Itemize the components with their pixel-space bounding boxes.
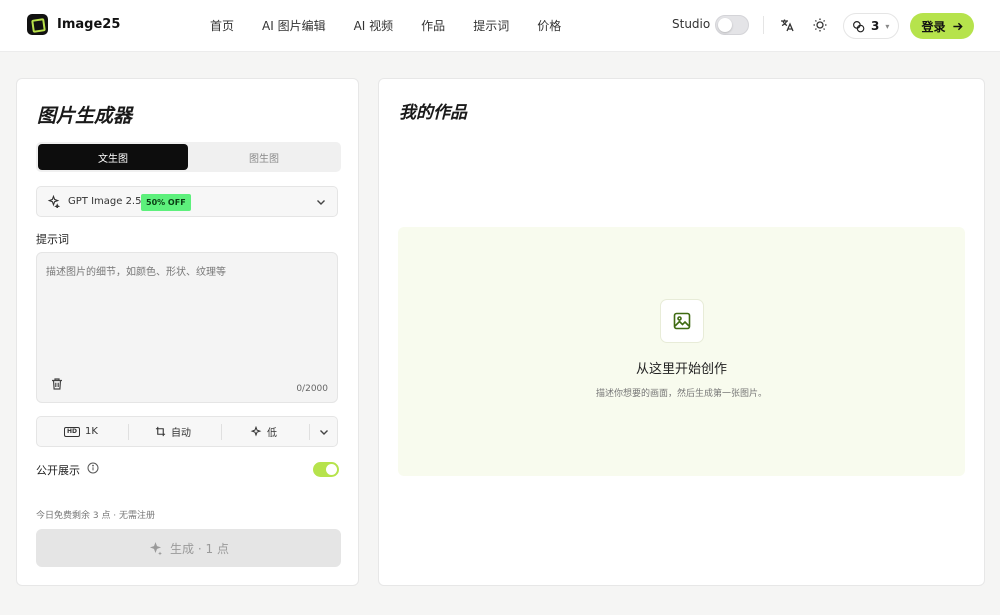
generate-label: 生成 · 1 点 bbox=[170, 541, 229, 556]
translate-icon[interactable] bbox=[779, 17, 795, 33]
nav-ai-video[interactable]: AI 视频 bbox=[354, 17, 394, 34]
prompt-input[interactable] bbox=[46, 263, 326, 363]
login-label: 登录 bbox=[921, 19, 946, 34]
header-divider bbox=[763, 16, 764, 34]
image-generator-panel: 图片生成器 文生图 图生图 GPT Image 2.5 50% OFF 提示词 … bbox=[16, 78, 359, 586]
tab-text-to-image[interactable]: 文生图 bbox=[38, 144, 188, 170]
brand-name: Image25 bbox=[57, 17, 121, 32]
studio-toggle[interactable] bbox=[715, 15, 749, 35]
sun-icon[interactable] bbox=[812, 17, 828, 33]
public-display-label: 公开展示 bbox=[36, 464, 80, 477]
options-bar: HD 1K 自动 低 bbox=[36, 416, 338, 447]
sparkle-icon bbox=[149, 541, 162, 555]
prompt-box: 0/2000 bbox=[36, 252, 338, 403]
resolution-value: 1K bbox=[85, 426, 98, 437]
chevron-down-icon bbox=[317, 200, 325, 205]
aspect-ratio-option[interactable]: 自动 bbox=[155, 417, 191, 446]
info-icon[interactable] bbox=[87, 462, 99, 474]
image-icon bbox=[673, 312, 691, 330]
resolution-option[interactable]: HD 1K bbox=[64, 417, 98, 446]
empty-state-title: 从这里开始创作 bbox=[635, 362, 727, 377]
nav-works[interactable]: 作品 bbox=[421, 17, 445, 34]
nav-home[interactable]: 首页 bbox=[210, 17, 234, 34]
nav-ai-image-edit[interactable]: AI 图片编辑 bbox=[262, 17, 326, 34]
discount-badge: 50% OFF bbox=[141, 194, 191, 211]
my-works-panel: 我的作品 从这里开始创作 描述你想要的画面，然后生成第一张图片。 bbox=[378, 78, 985, 586]
crop-icon bbox=[155, 426, 166, 437]
aspect-ratio-value: 自动 bbox=[171, 428, 191, 439]
generate-button[interactable]: 生成 · 1 点 bbox=[36, 529, 341, 567]
nav-pricing[interactable]: 价格 bbox=[537, 17, 561, 34]
logo-icon bbox=[27, 14, 48, 35]
top-header: Image25 首页 AI 图片编辑 AI 视频 作品 提示词 价格 Studi… bbox=[0, 0, 1000, 52]
more-options-toggle[interactable] bbox=[318, 417, 330, 446]
sparkle-icon bbox=[250, 425, 262, 437]
main-nav: 首页 AI 图片编辑 AI 视频 作品 提示词 价格 bbox=[210, 17, 589, 34]
arrow-right-icon bbox=[952, 22, 963, 30]
chevron-down-icon: ▾ bbox=[885, 21, 890, 31]
option-divider bbox=[128, 424, 129, 440]
coins-icon bbox=[853, 20, 865, 32]
free-credits-note: 今日免费剩余 3 点 · 无需注册 bbox=[36, 511, 156, 521]
option-divider bbox=[221, 424, 222, 440]
generator-title: 图片生成器 bbox=[37, 105, 133, 127]
studio-label: Studio bbox=[672, 17, 711, 31]
empty-state-description: 描述你想要的画面，然后生成第一张图片。 bbox=[595, 389, 767, 399]
quality-value: 低 bbox=[267, 428, 277, 439]
nav-prompts[interactable]: 提示词 bbox=[473, 17, 509, 34]
model-select[interactable]: GPT Image 2.5 50% OFF bbox=[36, 186, 338, 217]
mode-tabs: 文生图 图生图 bbox=[36, 142, 341, 172]
model-name: GPT Image 2.5 bbox=[68, 196, 142, 207]
sparkle-icon bbox=[47, 195, 60, 208]
quality-option[interactable]: 低 bbox=[250, 417, 277, 446]
credits-menu[interactable]: 3 ▾ bbox=[843, 13, 899, 39]
works-title: 我的作品 bbox=[399, 103, 467, 123]
empty-state: 从这里开始创作 描述你想要的画面，然后生成第一张图片。 bbox=[398, 227, 965, 476]
credits-count: 3 bbox=[871, 19, 880, 33]
login-button[interactable]: 登录 bbox=[910, 13, 974, 39]
chevron-down-icon bbox=[320, 429, 328, 435]
public-display-toggle[interactable] bbox=[313, 462, 339, 477]
option-divider bbox=[309, 424, 310, 440]
empty-state-icon-box bbox=[660, 299, 704, 343]
hd-icon: HD bbox=[64, 426, 81, 437]
tab-image-to-image[interactable]: 图生图 bbox=[189, 144, 339, 170]
prompt-label: 提示词 bbox=[36, 233, 69, 246]
brand[interactable]: Image25 bbox=[27, 14, 120, 35]
trash-icon[interactable] bbox=[50, 377, 64, 391]
char-counter: 0/2000 bbox=[296, 384, 328, 394]
